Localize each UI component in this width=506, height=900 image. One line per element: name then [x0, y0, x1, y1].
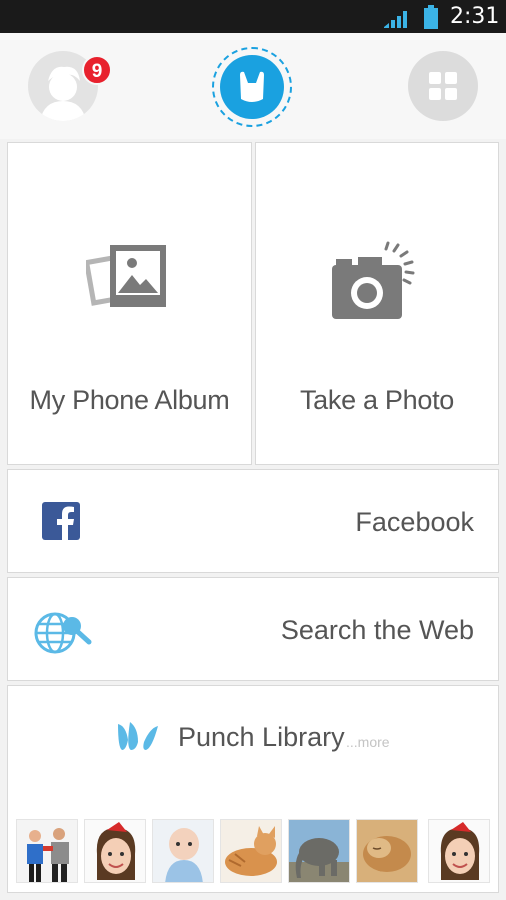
- punch-library-icon: [118, 722, 158, 750]
- globe-search-icon: [34, 612, 92, 654]
- library-thumb-girl-red-hat[interactable]: [84, 819, 146, 883]
- library-thumb-two-people[interactable]: [16, 819, 78, 883]
- girl-red-hat-image: [85, 820, 145, 882]
- punch-library-panel[interactable]: Punch Library ...more: [7, 685, 499, 893]
- photo-album-icon: [86, 245, 166, 307]
- library-thumb-kitten-lying[interactable]: [220, 819, 282, 883]
- grid-apps-icon: [429, 72, 457, 100]
- elephant-image: [289, 820, 349, 882]
- kitten-lying-image: [221, 820, 281, 882]
- status-clock: 2:31: [450, 4, 500, 29]
- status-bar: 2:31: [0, 0, 506, 33]
- library-thumb-cat-sleeping[interactable]: [356, 819, 418, 883]
- top-bar: 9: [0, 33, 506, 139]
- my-phone-album-label: My Phone Album: [29, 385, 230, 415]
- notification-badge[interactable]: 9: [82, 55, 112, 85]
- punch-library-title: Punch Library: [178, 722, 345, 752]
- battery-icon: [424, 5, 438, 29]
- take-a-photo-label: Take a Photo: [299, 385, 454, 415]
- facebook-icon: [42, 502, 80, 540]
- search-the-web-row[interactable]: Search the Web: [7, 577, 499, 681]
- girl-red-hat-image: [429, 820, 489, 882]
- apps-grid-button[interactable]: [408, 51, 478, 121]
- camera-icon: [332, 241, 415, 319]
- punch-logo-icon: [240, 71, 264, 102]
- my-phone-album-tile[interactable]: My Phone Album: [7, 142, 252, 465]
- take-a-photo-tile[interactable]: Take a Photo: [255, 142, 499, 465]
- facebook-row[interactable]: Facebook: [7, 469, 499, 573]
- two-people-image: [17, 820, 77, 882]
- cat-sleeping-image: [357, 820, 417, 882]
- search-the-web-label: Search the Web: [280, 615, 474, 645]
- library-thumbnails: [16, 819, 492, 883]
- baby-image: [153, 820, 213, 882]
- library-thumb-baby[interactable]: [152, 819, 214, 883]
- punch-logo-button[interactable]: [220, 55, 284, 119]
- more-link[interactable]: ...more: [346, 734, 390, 750]
- library-thumb-elephant[interactable]: [288, 819, 350, 883]
- signal-icon: [384, 11, 407, 28]
- library-thumb-girl-red-hat-2[interactable]: [428, 819, 490, 883]
- facebook-label: Facebook: [355, 507, 474, 537]
